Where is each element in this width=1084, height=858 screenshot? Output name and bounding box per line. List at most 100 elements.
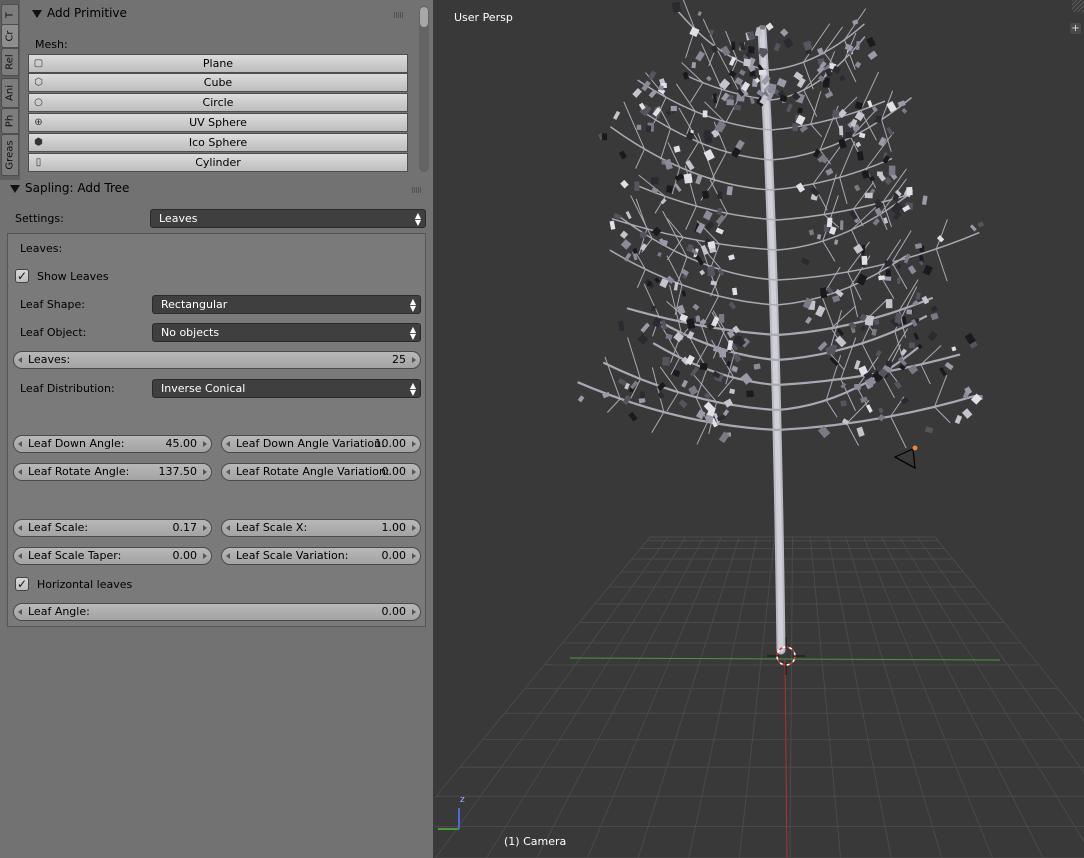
increment-arrow-icon[interactable]	[203, 469, 207, 475]
leaf-rotate-angle-variation-label: Leaf Rotate Angle Variation:	[236, 465, 390, 478]
tool-shelf: T Cr Rel Ani Ph Greas Add Primitive Mesh…	[0, 0, 433, 858]
axis-gizmo-icon	[438, 808, 460, 830]
decrement-arrow-icon[interactable]	[18, 357, 22, 363]
add-ico-sphere-button[interactable]: ⬢ Ico Sphere	[28, 133, 408, 152]
area-corner-grip-icon[interactable]	[1072, 0, 1084, 12]
increment-arrow-icon[interactable]	[203, 525, 207, 531]
add-ico-sphere-label: Ico Sphere	[188, 136, 248, 149]
settings-dropdown[interactable]: Leaves ▲ ▼	[150, 209, 426, 228]
horizontal-leaves-checkbox[interactable]: ✓	[15, 577, 29, 591]
panel-grip-icon[interactable]	[412, 187, 422, 193]
leaf-scale-variation-field[interactable]: Leaf Scale Variation: 0.00	[221, 547, 421, 565]
y-axis-line	[569, 657, 1001, 661]
leaf-scale-taper-field[interactable]: Leaf Scale Taper: 0.00	[13, 547, 212, 565]
leaf-scale-x-field[interactable]: Leaf Scale X: 1.00	[221, 519, 421, 537]
add-cylinder-button[interactable]: ▯ Cylinder	[28, 153, 408, 172]
leaf-distribution-label: Leaf Distribution:	[20, 382, 115, 395]
increment-arrow-icon[interactable]	[412, 469, 416, 475]
decrement-arrow-icon[interactable]	[18, 441, 22, 447]
tab-grease-pencil[interactable]: Greas	[1, 134, 19, 176]
leaf-down-angle-field[interactable]: Leaf Down Angle: 45.00	[13, 435, 212, 453]
decrement-arrow-icon[interactable]	[226, 553, 230, 559]
tab-grease-pencil-label: Greas	[4, 140, 16, 170]
leaf-scale-label: Leaf Scale:	[28, 521, 89, 534]
x-axis-line	[784, 659, 788, 858]
leaves-section-label: Leaves:	[20, 242, 63, 255]
add-uv-sphere-button[interactable]: ⊕ UV Sphere	[28, 113, 408, 132]
cylinder-icon: ▯	[35, 157, 42, 168]
scrollbar-thumb[interactable]	[420, 7, 428, 27]
object-info-label: (1) Camera	[504, 835, 567, 848]
leaf-rotate-angle-label: Leaf Rotate Angle:	[28, 465, 130, 478]
increment-arrow-icon[interactable]	[203, 441, 207, 447]
leaf-angle-field[interactable]: Leaf Angle: 0.00	[13, 603, 421, 621]
add-primitive-header[interactable]: Add Primitive	[32, 6, 127, 20]
dropdown-arrows-icon: ▲ ▼	[409, 325, 416, 341]
leaf-distribution-value: Inverse Conical	[161, 382, 246, 395]
decrement-arrow-icon[interactable]	[18, 609, 22, 615]
tab-relations[interactable]: Rel	[1, 48, 19, 76]
tool-shelf-tabs: T Cr Rel Ani Ph Greas	[0, 0, 20, 180]
tab-animation-label: Ani	[4, 85, 16, 101]
leaf-object-dropdown[interactable]: No objects ▲ ▼	[152, 323, 421, 342]
leaf-rotate-angle-value: 137.50	[158, 465, 198, 478]
leaf-down-angle-variation-field[interactable]: Leaf Down Angle Variation: 10.00	[221, 435, 421, 453]
camera-object-icon[interactable]	[893, 445, 918, 470]
mesh-label: Mesh:	[35, 38, 68, 51]
increment-arrow-icon[interactable]	[412, 357, 416, 363]
3d-viewport[interactable]: User Persp (1) Camera z +	[435, 0, 1084, 858]
leaf-angle-label: Leaf Angle:	[28, 605, 90, 618]
add-primitive-scrollbar[interactable]	[419, 6, 429, 172]
decrement-arrow-icon[interactable]	[18, 553, 22, 559]
increment-arrow-icon[interactable]	[412, 553, 416, 559]
leaf-down-angle-label: Leaf Down Angle:	[28, 437, 125, 450]
increment-arrow-icon[interactable]	[412, 441, 416, 447]
add-cube-button[interactable]: ⬡ Cube	[28, 73, 408, 92]
decrement-arrow-icon[interactable]	[18, 469, 22, 475]
leaf-down-angle-value: 45.00	[165, 437, 198, 450]
leaf-rotate-angle-variation-field[interactable]: Leaf Rotate Angle Variation: 0.00	[221, 463, 421, 481]
floor-grid	[435, 536, 1084, 858]
add-primitive-panel: Add Primitive Mesh: ▢ Plane ⬡ Cube ○ Circle…	[22, 0, 434, 178]
tab-physics[interactable]: Ph	[1, 108, 19, 134]
decrement-arrow-icon[interactable]	[226, 441, 230, 447]
leaf-object-value: No objects	[161, 326, 220, 339]
decrement-arrow-icon[interactable]	[226, 469, 230, 475]
plane-icon: ▢	[33, 58, 44, 69]
leaf-shape-value: Rectangular	[161, 298, 228, 311]
leaf-rotate-angle-variation-value: 0.00	[381, 465, 407, 478]
decrement-arrow-icon[interactable]	[226, 525, 230, 531]
sapling-header[interactable]: Sapling: Add Tree	[10, 181, 129, 195]
tab-create[interactable]: Cr	[1, 24, 19, 48]
leaf-down-angle-variation-label: Leaf Down Angle Variation:	[236, 437, 385, 450]
decrement-arrow-icon[interactable]	[18, 525, 22, 531]
leaf-scale-taper-label: Leaf Scale Taper:	[28, 549, 122, 562]
circle-icon: ○	[34, 97, 43, 108]
add-region-icon[interactable]: +	[1070, 23, 1081, 34]
view-name-label: User Persp	[454, 11, 513, 24]
dropdown-arrows-icon: ▲ ▼	[409, 297, 416, 313]
leaf-shape-dropdown[interactable]: Rectangular ▲ ▼	[152, 295, 421, 314]
show-leaves-checkbox[interactable]: ✓	[15, 269, 29, 283]
add-primitive-title: Add Primitive	[47, 6, 127, 20]
tab-animation[interactable]: Ani	[1, 78, 19, 108]
increment-arrow-icon[interactable]	[412, 609, 416, 615]
increment-arrow-icon[interactable]	[203, 553, 207, 559]
leaves-count-field[interactable]: Leaves: 25	[13, 351, 421, 369]
leaf-rotate-angle-field[interactable]: Leaf Rotate Angle: 137.50	[13, 463, 212, 481]
leaves-settings-box	[7, 233, 426, 627]
tab-tools[interactable]: T	[1, 4, 19, 26]
sapling-title: Sapling: Add Tree	[25, 181, 130, 195]
leaf-distribution-dropdown[interactable]: Inverse Conical ▲ ▼	[152, 379, 421, 398]
collapse-triangle-icon	[10, 184, 20, 193]
leaf-scale-field[interactable]: Leaf Scale: 0.17	[13, 519, 212, 537]
add-circle-button[interactable]: ○ Circle	[28, 93, 408, 112]
collapse-triangle-icon	[32, 9, 42, 18]
cube-icon: ⬡	[34, 77, 43, 88]
leaf-shape-label: Leaf Shape:	[20, 298, 85, 311]
add-plane-button[interactable]: ▢ Plane	[28, 54, 408, 73]
leaf-object-label: Leaf Object:	[20, 326, 87, 339]
increment-arrow-icon[interactable]	[412, 525, 416, 531]
tree-branches	[577, 0, 980, 655]
panel-grip-icon[interactable]	[394, 12, 404, 18]
